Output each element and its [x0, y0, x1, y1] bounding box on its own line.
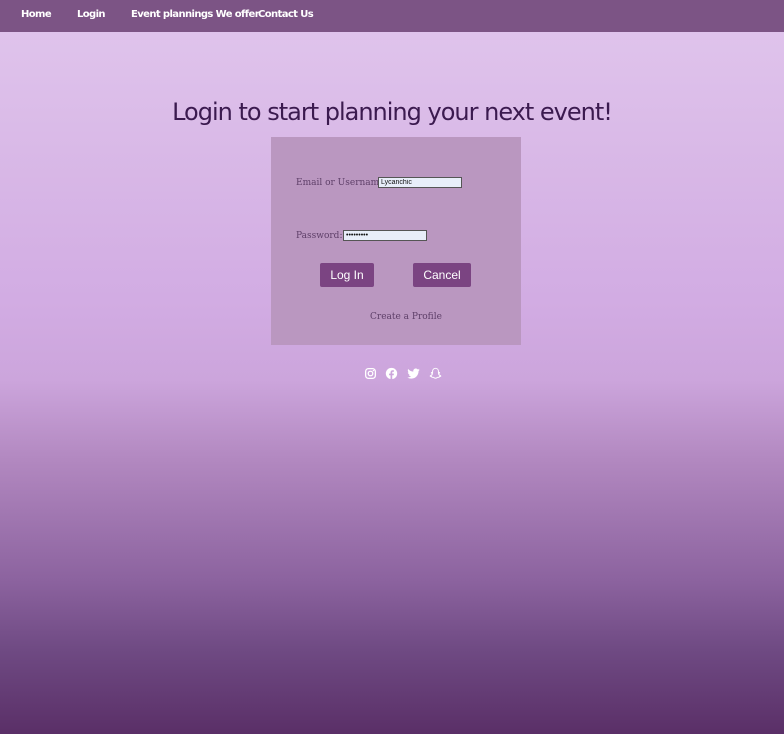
nav-link-contact-us[interactable]: Contact Us: [258, 9, 314, 20]
nav-link-home[interactable]: Home: [21, 9, 52, 20]
page-title: Login to start planning your next event!: [172, 98, 613, 126]
nav-link-event-plannings[interactable]: Event plannings We offer: [131, 9, 260, 20]
cancel-button[interactable]: Cancel: [413, 263, 471, 287]
facebook-icon[interactable]: [385, 367, 398, 380]
snapchat-icon[interactable]: [429, 367, 442, 380]
password-field[interactable]: [343, 230, 427, 241]
email-field[interactable]: [378, 177, 462, 188]
password-label: Password:: [296, 231, 343, 241]
twitter-icon[interactable]: [407, 367, 420, 380]
login-panel: Email or Username: Password: Log In Canc…: [271, 137, 521, 345]
instagram-icon[interactable]: [364, 367, 377, 380]
top-navbar: Home Login Event plannings We offer Cont…: [0, 0, 784, 32]
nav-link-login[interactable]: Login: [77, 9, 106, 20]
login-button[interactable]: Log In: [320, 263, 374, 287]
create-profile-link[interactable]: Create a Profile: [370, 312, 442, 322]
email-label: Email or Username:: [296, 178, 388, 188]
